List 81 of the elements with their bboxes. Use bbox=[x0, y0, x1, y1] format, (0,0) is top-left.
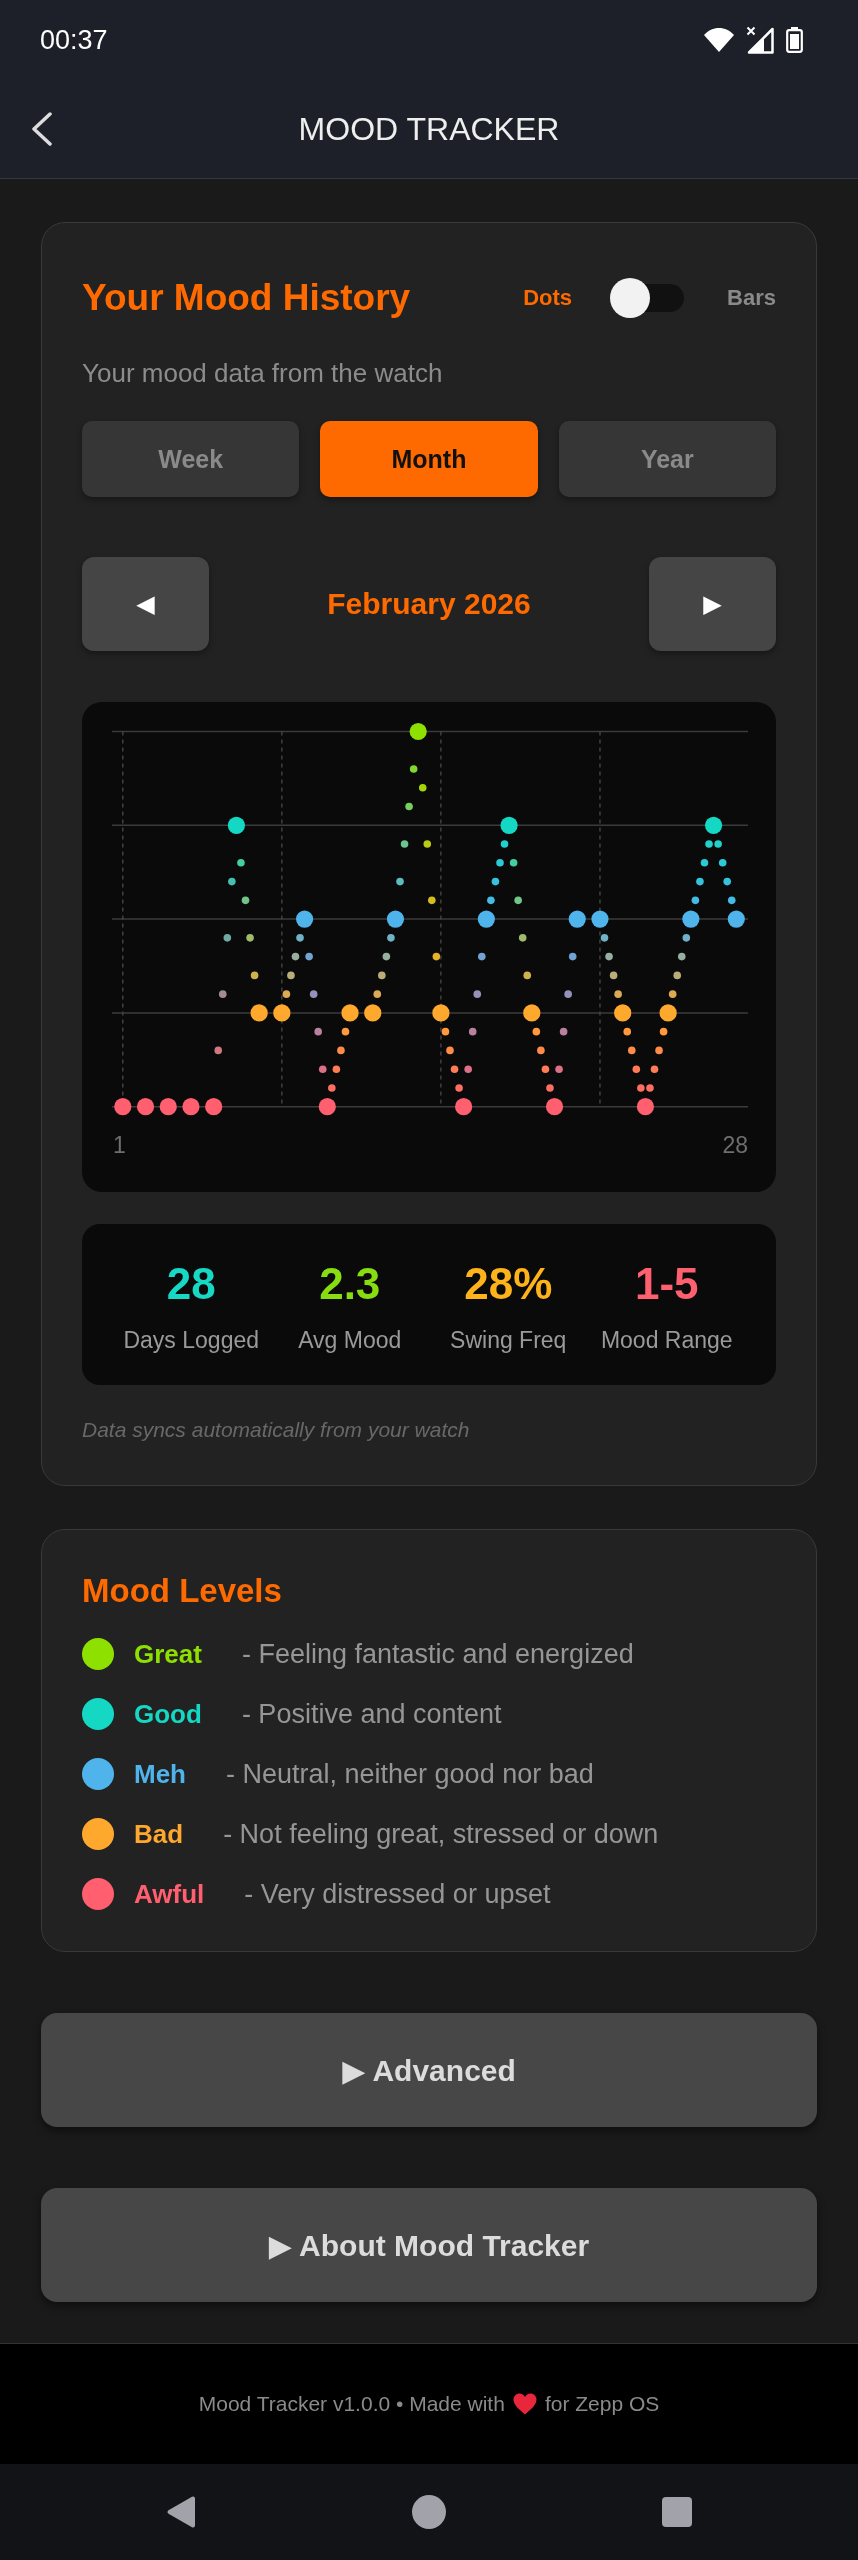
period-tab[interactable]: Week bbox=[82, 421, 300, 497]
stat-value: 28% bbox=[464, 1258, 553, 1310]
mood-description: - Feeling fantastic and energized bbox=[241, 1638, 634, 1670]
sync-note: Data syncs automatically from your watch bbox=[82, 1417, 471, 1443]
mood-point bbox=[205, 1098, 223, 1116]
previous-month-button[interactable]: ◀ bbox=[82, 557, 209, 651]
period-tab[interactable]: Month bbox=[320, 421, 538, 497]
axis-label: 28 bbox=[722, 1132, 748, 1158]
expand-button[interactable]: ▶ Advanced bbox=[41, 2013, 817, 2127]
dotted-connector bbox=[600, 934, 622, 998]
battery-icon bbox=[786, 27, 803, 53]
dotted-connector bbox=[373, 934, 395, 998]
mood-point bbox=[591, 910, 609, 928]
toggle-switch[interactable] bbox=[610, 278, 685, 318]
mood-name: Good bbox=[134, 1698, 202, 1730]
mood-point bbox=[568, 910, 586, 928]
card-subtitle: Your mood data from the watch bbox=[82, 358, 444, 388]
mood-point bbox=[545, 1098, 564, 1116]
mood-name: Awful bbox=[134, 1878, 205, 1910]
mood-point bbox=[614, 1004, 632, 1022]
expand-button[interactable]: ▶ About Mood Tracker bbox=[41, 2188, 817, 2302]
mood-point bbox=[727, 910, 745, 928]
dotted-connector bbox=[714, 840, 736, 905]
mood-name: Bad bbox=[134, 1818, 184, 1850]
stat-label: Days Logged bbox=[123, 1326, 259, 1354]
wifi-icon bbox=[704, 28, 734, 52]
mood-name: Meh bbox=[134, 1758, 186, 1790]
mood-point bbox=[250, 1004, 268, 1022]
card-title: Your Mood History bbox=[82, 277, 411, 319]
mood-description: - Positive and content bbox=[241, 1698, 502, 1730]
mood-description: - Very distressed or upset bbox=[244, 1878, 551, 1910]
status-time: 00:37 bbox=[40, 24, 108, 56]
view-option[interactable]: Dots bbox=[523, 285, 573, 311]
mood-point bbox=[182, 1098, 200, 1116]
mood-description: - Not feeling great, stressed or down bbox=[223, 1818, 659, 1850]
mood-point bbox=[682, 910, 700, 928]
mood-point bbox=[364, 1004, 382, 1022]
stat-value: 2.3 bbox=[319, 1258, 381, 1310]
mood-point bbox=[455, 1098, 473, 1116]
mood-point bbox=[659, 1004, 677, 1022]
back-icon[interactable] bbox=[165, 2495, 197, 2529]
mood-point bbox=[227, 816, 245, 834]
home-icon[interactable] bbox=[412, 2495, 446, 2529]
mood-point bbox=[386, 910, 405, 928]
mood-point bbox=[432, 1004, 450, 1022]
dotted-connector bbox=[691, 840, 713, 905]
mood-point bbox=[636, 1098, 654, 1116]
heart-icon bbox=[512, 2393, 537, 2415]
mood-point bbox=[136, 1098, 155, 1116]
dotted-connector bbox=[623, 1027, 645, 1092]
mood-point bbox=[296, 910, 314, 928]
card-title: Mood Levels bbox=[82, 1571, 283, 1611]
stat-label: Swing Freq bbox=[450, 1326, 567, 1354]
next-month-button[interactable]: ▶ bbox=[649, 557, 776, 651]
view-option[interactable]: Bars bbox=[727, 285, 776, 311]
mood-name: Great bbox=[134, 1638, 202, 1670]
stat-value: 28 bbox=[166, 1258, 216, 1310]
signal-icon bbox=[746, 26, 774, 54]
footer-text: Mood Tracker v1.0.0 • Made with bbox=[198, 2392, 505, 2416]
period-tab[interactable]: Year bbox=[558, 421, 776, 497]
mood-point bbox=[341, 1004, 359, 1022]
month-label: February 2026 bbox=[327, 587, 531, 621]
mood-point bbox=[500, 816, 518, 834]
dotted-connector bbox=[668, 934, 691, 998]
stat-value: 1-5 bbox=[634, 1258, 699, 1310]
dotted-connector bbox=[646, 1027, 668, 1092]
mood-point bbox=[705, 816, 723, 834]
footer-text: for Zepp OS bbox=[544, 2392, 660, 2416]
mood-point bbox=[523, 1004, 541, 1022]
back-icon[interactable] bbox=[31, 112, 53, 146]
mood-point bbox=[409, 722, 427, 741]
screen-title: MOOD TRACKER bbox=[297, 110, 561, 148]
mood-point bbox=[318, 1098, 336, 1116]
stat-label: Avg Mood bbox=[298, 1326, 402, 1354]
mood-point bbox=[159, 1098, 177, 1116]
mood-point bbox=[273, 1004, 291, 1022]
mood-point bbox=[114, 1098, 132, 1116]
axis-label: 1 bbox=[113, 1132, 126, 1158]
stat-label: Mood Range bbox=[600, 1326, 733, 1354]
mood-point bbox=[477, 910, 495, 928]
mood-description: - Neutral, neither good nor bad bbox=[226, 1758, 594, 1790]
